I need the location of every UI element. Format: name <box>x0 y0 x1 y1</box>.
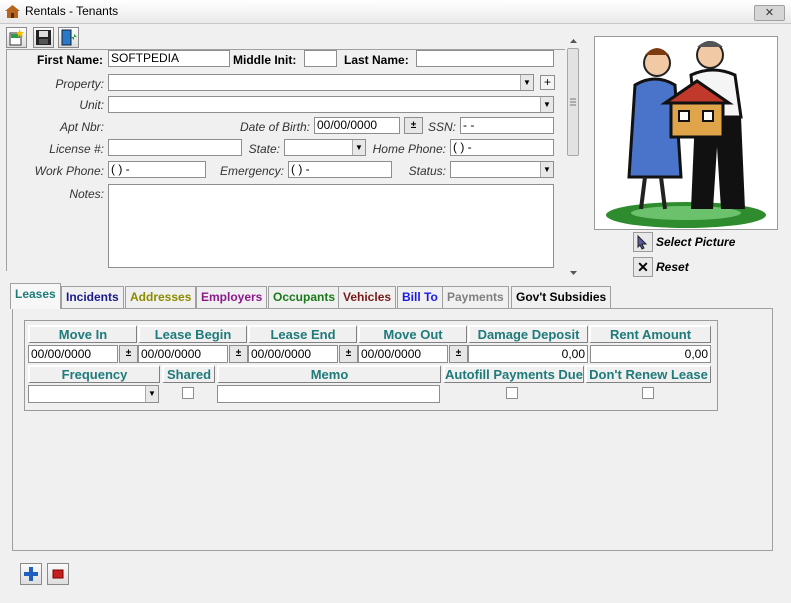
date-picker-icon[interactable]: ± <box>339 345 358 363</box>
state-label: State: <box>248 142 280 156</box>
header-damage-deposit: Damage Deposit <box>468 325 588 343</box>
tab-payments[interactable]: Payments <box>442 286 509 308</box>
damage-deposit-field[interactable]: 0,00 <box>468 345 588 363</box>
status-select[interactable]: ▼ <box>450 161 554 178</box>
tab-occupants[interactable]: Occupants <box>268 286 341 308</box>
first-name-label: First Name: <box>37 53 104 67</box>
header-memo: Memo <box>217 365 441 383</box>
exit-button[interactable] <box>58 27 79 48</box>
property-label: Property: <box>55 77 104 91</box>
status-label: Status: <box>408 164 446 178</box>
plus-icon <box>24 567 38 581</box>
apt-nbr-label: Apt Nbr: <box>59 120 104 134</box>
dob-field[interactable]: 00/00/0000 <box>314 117 400 134</box>
unit-select[interactable]: ▼ <box>108 96 554 113</box>
new-record-button[interactable] <box>6 27 27 48</box>
dob-label: Date of Birth: <box>239 120 310 134</box>
reset-picture-label[interactable]: Reset <box>656 260 689 274</box>
frequency-select[interactable]: ▼ <box>28 385 159 403</box>
date-picker-icon[interactable]: ± <box>404 117 423 134</box>
new-record-icon <box>9 29 24 46</box>
dont-renew-lease-checkbox[interactable] <box>642 387 654 399</box>
chevron-down-icon: ▼ <box>540 97 553 112</box>
tenant-picture <box>594 36 778 230</box>
move-out-field[interactable]: 00/00/0000 <box>358 345 448 363</box>
reset-picture-button[interactable]: ✕ <box>633 257 653 277</box>
date-picker-icon[interactable]: ± <box>449 345 468 363</box>
tab-addresses[interactable]: Addresses <box>125 286 197 308</box>
first-name-field[interactable]: SOFTPEDIA <box>108 50 230 67</box>
header-lease-end: Lease End <box>248 325 357 343</box>
last-name-label: Last Name: <box>344 53 409 67</box>
title-bar: Rentals - Tenants ✕ <box>0 0 791 24</box>
header-move-out: Move Out <box>358 325 467 343</box>
ssn-label: SSN: <box>427 120 456 134</box>
exit-door-icon <box>61 29 77 46</box>
middle-init-field[interactable] <box>304 50 337 67</box>
window-title: Rentals - Tenants <box>25 4 119 18</box>
ssn-field[interactable]: - - <box>460 117 554 134</box>
header-rent-amount: Rent Amount <box>589 325 711 343</box>
tab-employers[interactable]: Employers <box>196 286 268 308</box>
notes-label: Notes: <box>69 187 104 201</box>
scroll-down-icon <box>570 271 577 275</box>
close-icon: ✕ <box>637 259 649 275</box>
header-dont-renew-lease: Don't Renew Lease <box>585 365 711 383</box>
date-picker-icon[interactable]: ± <box>119 345 138 363</box>
chevron-down-icon: ▼ <box>520 75 533 90</box>
last-name-field[interactable] <box>416 50 554 67</box>
emergency-field[interactable]: ( ) - <box>288 161 392 178</box>
grip-icon <box>570 98 576 106</box>
emergency-label: Emergency: <box>219 164 284 178</box>
scroll-thumb[interactable] <box>567 48 579 156</box>
select-picture-button[interactable] <box>633 232 653 252</box>
rent-amount-field[interactable]: 0,00 <box>590 345 711 363</box>
add-lease-button[interactable] <box>20 563 42 585</box>
delete-icon <box>52 569 64 579</box>
work-phone-label: Work Phone: <box>34 164 104 178</box>
header-shared: Shared <box>162 365 215 383</box>
select-picture-label[interactable]: Select Picture <box>656 235 735 249</box>
save-button[interactable] <box>33 27 54 48</box>
middle-init-label: Middle Init: <box>233 53 297 67</box>
scroll-up-icon <box>570 39 577 43</box>
tab-leases[interactable]: Leases <box>10 283 61 309</box>
license-field[interactable] <box>108 139 242 156</box>
property-select[interactable]: ▼ <box>108 74 534 91</box>
chevron-down-icon: ▼ <box>145 386 158 402</box>
tab-bill-to[interactable]: Bill To <box>397 286 443 308</box>
license-label: License #: <box>49 142 104 156</box>
autofill-payments-checkbox[interactable] <box>506 387 518 399</box>
work-phone-field[interactable]: ( ) - <box>108 161 206 178</box>
couple-with-house-clipart <box>606 41 766 228</box>
tab-incidents[interactable]: Incidents <box>61 286 124 308</box>
pointer-hand-icon <box>637 234 648 250</box>
move-in-field[interactable]: 00/00/0000 <box>28 345 118 363</box>
tab-vehicles[interactable]: Vehicles <box>338 286 397 308</box>
floppy-disk-icon <box>36 30 51 45</box>
delete-lease-button[interactable] <box>47 563 69 585</box>
home-phone-field[interactable]: ( ) - <box>450 139 554 156</box>
memo-field[interactable] <box>217 385 440 403</box>
shared-checkbox[interactable] <box>182 387 194 399</box>
home-phone-label: Home Phone: <box>372 142 446 156</box>
close-button[interactable]: ✕ <box>754 5 785 21</box>
chevron-down-icon: ▼ <box>352 140 365 155</box>
lease-begin-field[interactable]: 00/00/0000 <box>138 345 228 363</box>
header-move-in: Move In <box>28 325 137 343</box>
state-select[interactable]: ▼ <box>284 139 366 156</box>
add-property-button[interactable]: + <box>540 75 555 90</box>
unit-label: Unit: <box>79 98 104 112</box>
header-frequency: Frequency <box>28 365 160 383</box>
header-lease-begin: Lease Begin <box>138 325 247 343</box>
date-picker-icon[interactable]: ± <box>229 345 248 363</box>
tab-govt-subsidies[interactable]: Gov't Subsidies <box>511 286 612 308</box>
lease-end-field[interactable]: 00/00/0000 <box>248 345 338 363</box>
house-icon <box>5 5 20 18</box>
chevron-down-icon: ▼ <box>540 162 553 177</box>
header-autofill-payments-due: Autofill Payments Due <box>443 365 584 383</box>
notes-field[interactable] <box>108 184 554 268</box>
